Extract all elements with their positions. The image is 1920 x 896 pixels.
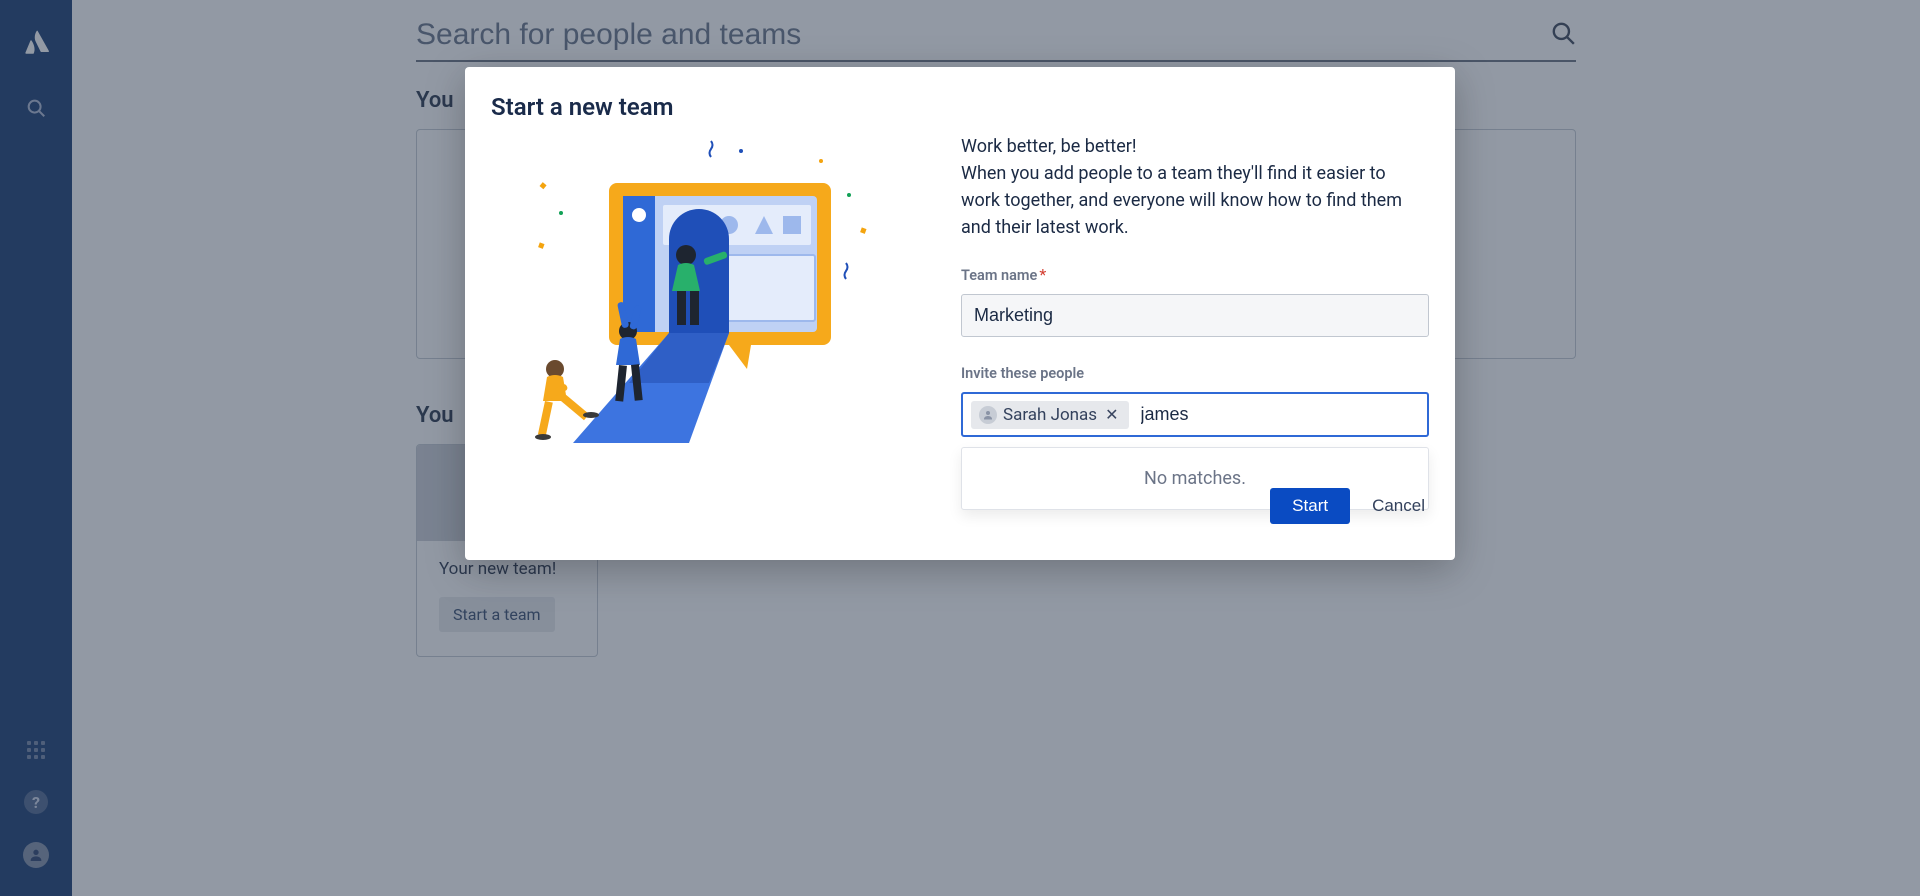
team-name-field: Team name* [961, 265, 1429, 337]
person-chip[interactable]: Sarah Jonas ✕ [971, 401, 1129, 429]
invite-input-box[interactable]: Sarah Jonas ✕ [961, 392, 1429, 437]
modal-actions: Start Cancel [961, 488, 1429, 524]
close-icon[interactable]: ✕ [1103, 405, 1120, 424]
modal-copy: Work better, be better! When you add peo… [961, 133, 1429, 241]
start-button[interactable]: Start [1270, 488, 1350, 524]
avatar-icon [979, 406, 997, 424]
required-asterisk: * [1039, 265, 1046, 284]
modal-title: Start a new team [491, 93, 1429, 121]
modal-copy-body: When you add people to a team they'll fi… [961, 163, 1402, 238]
team-name-label: Team name [961, 267, 1037, 284]
modal-copy-headline: Work better, be better! [961, 136, 1136, 157]
modal-form: Work better, be better! When you add peo… [961, 127, 1429, 524]
illustration [491, 127, 911, 524]
start-team-modal: Start a new team [465, 67, 1455, 560]
dropdown-message: No matches. [1144, 468, 1246, 489]
team-name-input[interactable] [961, 294, 1429, 337]
invite-label: Invite these people [961, 365, 1084, 382]
cancel-button[interactable]: Cancel [1368, 488, 1429, 524]
chip-label: Sarah Jonas [1003, 405, 1097, 425]
invite-text-input[interactable] [1139, 400, 1420, 429]
